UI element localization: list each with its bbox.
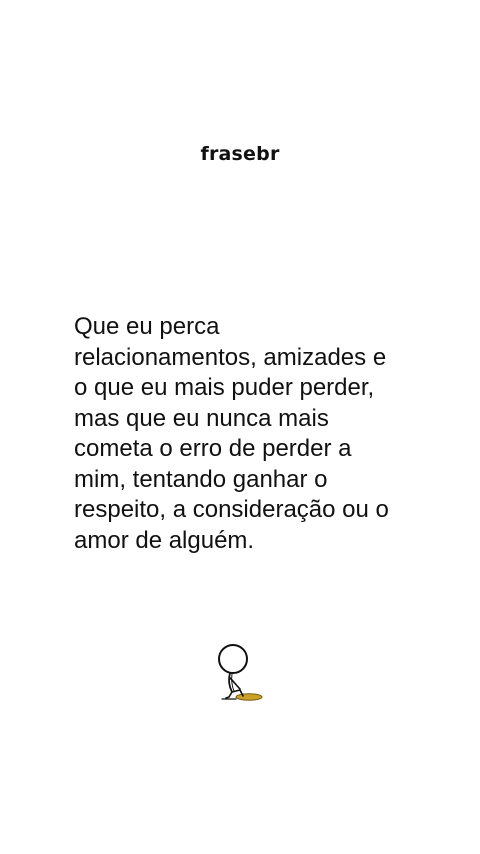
quote-line: amor de alguém. [74,526,255,554]
stick-figure-sitting-at-hole-icon [212,640,268,704]
quote-line: cometa o erro de perder a [74,435,352,462]
quote-text: Que eu perca relacionamentos, amizades e… [74,312,414,556]
brand-name: frasebr [200,143,280,165]
quote-line: respeito, a consideração ou o [74,496,389,523]
hole-shape [235,693,263,701]
figure-leg [225,691,233,699]
quote-line: mim, tentando ganhar o [74,465,328,493]
quote-line: o que eu mais puder perder, [74,374,375,401]
figure-head [218,644,248,674]
quote-line: Que eu perca [74,313,220,340]
quote-line: mas que eu nunca mais [74,404,329,432]
quote-line: relacionamentos, amizades e [74,343,387,371]
